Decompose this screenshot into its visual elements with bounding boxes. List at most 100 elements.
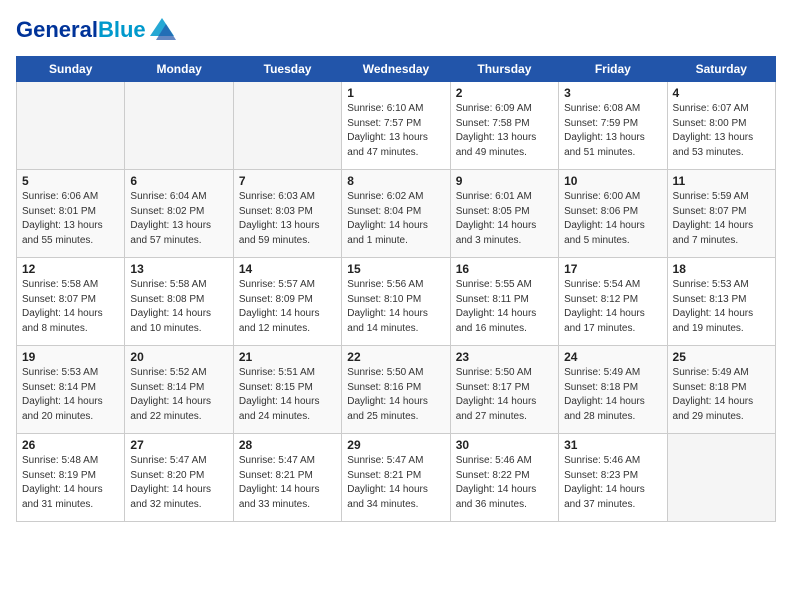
calendar-cell: 7 Sunrise: 6:03 AMSunset: 8:03 PMDaylight…	[233, 170, 341, 258]
day-number: 14	[239, 262, 336, 276]
day-number: 20	[130, 350, 227, 364]
calendar-cell: 29 Sunrise: 5:47 AMSunset: 8:21 PMDayligh…	[342, 434, 450, 522]
day-number: 28	[239, 438, 336, 452]
calendar-cell: 17 Sunrise: 5:54 AMSunset: 8:12 PMDayligh…	[559, 258, 667, 346]
calendar-cell: 30 Sunrise: 5:46 AMSunset: 8:22 PMDayligh…	[450, 434, 558, 522]
calendar-cell: 3 Sunrise: 6:08 AMSunset: 7:59 PMDaylight…	[559, 82, 667, 170]
day-info: Sunrise: 5:47 AMSunset: 8:20 PMDaylight:…	[130, 454, 227, 512]
logo-icon	[148, 16, 176, 44]
day-number: 1	[347, 86, 444, 100]
calendar-cell: 10Sunrise: 6:00 AMSunset: 8:06 PMDayligh…	[559, 170, 667, 258]
calendar-week-row: 26Sunrise: 5:48 AMSunset: 8:19 PMDayligh…	[17, 434, 776, 522]
day-number: 5	[22, 174, 119, 188]
day-info: Sunrise: 5:51 AMSunset: 8:15 PMDaylight:…	[239, 366, 336, 424]
calendar-cell: 28 Sunrise: 5:47 AMSunset: 8:21 PMDayligh…	[233, 434, 341, 522]
logo-text: GeneralBlue	[16, 18, 146, 42]
calendar-cell: 16Sunrise: 5:55 AMSunset: 8:11 PMDayligh…	[450, 258, 558, 346]
day-info: Sunrise: 5:57 AMSunset: 8:09 PMDaylight:…	[239, 278, 336, 336]
day-info: Sunrise: 5:46 AMSunset: 8:22 PMDaylight:…	[456, 454, 553, 512]
day-info: Sunrise: 5:49 AMSunset: 8:18 PMDaylight:…	[564, 366, 661, 424]
day-number: 26	[22, 438, 119, 452]
calendar-cell	[17, 82, 125, 170]
calendar-week-row: 5 Sunrise: 6:06 AMSunset: 8:01 PMDaylight…	[17, 170, 776, 258]
day-number: 19	[22, 350, 119, 364]
day-number: 22	[347, 350, 444, 364]
page-header: GeneralBlue	[16, 16, 776, 44]
day-info: Sunrise: 5:56 AMSunset: 8:10 PMDaylight:…	[347, 278, 444, 336]
day-info: Sunrise: 5:58 AMSunset: 8:08 PMDaylight:…	[130, 278, 227, 336]
weekday-header: Monday	[125, 57, 233, 82]
day-info: Sunrise: 6:09 AMSunset: 7:58 PMDaylight:…	[456, 102, 553, 160]
calendar-header: SundayMondayTuesdayWednesdayThursdayFrid…	[17, 57, 776, 82]
calendar-cell: 24 Sunrise: 5:49 AMSunset: 8:18 PMDayligh…	[559, 346, 667, 434]
weekday-header: Saturday	[667, 57, 775, 82]
day-number: 25	[673, 350, 770, 364]
day-info: Sunrise: 6:02 AMSunset: 8:04 PMDaylight:…	[347, 190, 444, 248]
day-info: Sunrise: 5:47 AMSunset: 8:21 PMDaylight:…	[239, 454, 336, 512]
day-info: Sunrise: 5:59 AMSunset: 8:07 PMDaylight:…	[673, 190, 770, 248]
day-number: 3	[564, 86, 661, 100]
day-info: Sunrise: 6:06 AMSunset: 8:01 PMDaylight:…	[22, 190, 119, 248]
day-number: 27	[130, 438, 227, 452]
day-number: 13	[130, 262, 227, 276]
day-info: Sunrise: 6:10 AMSunset: 7:57 PMDaylight:…	[347, 102, 444, 160]
calendar-cell: 8 Sunrise: 6:02 AMSunset: 8:04 PMDaylight…	[342, 170, 450, 258]
day-info: Sunrise: 6:07 AMSunset: 8:00 PMDaylight:…	[673, 102, 770, 160]
day-info: Sunrise: 6:00 AMSunset: 8:06 PMDaylight:…	[564, 190, 661, 248]
day-number: 30	[456, 438, 553, 452]
day-number: 11	[673, 174, 770, 188]
day-info: Sunrise: 5:47 AMSunset: 8:21 PMDaylight:…	[347, 454, 444, 512]
calendar-cell	[233, 82, 341, 170]
day-info: Sunrise: 5:54 AMSunset: 8:12 PMDaylight:…	[564, 278, 661, 336]
day-number: 17	[564, 262, 661, 276]
day-number: 16	[456, 262, 553, 276]
weekday-header: Wednesday	[342, 57, 450, 82]
day-info: Sunrise: 6:03 AMSunset: 8:03 PMDaylight:…	[239, 190, 336, 248]
day-number: 7	[239, 174, 336, 188]
calendar-cell: 9 Sunrise: 6:01 AMSunset: 8:05 PMDaylight…	[450, 170, 558, 258]
day-info: Sunrise: 5:52 AMSunset: 8:14 PMDaylight:…	[130, 366, 227, 424]
day-number: 29	[347, 438, 444, 452]
calendar-cell: 5 Sunrise: 6:06 AMSunset: 8:01 PMDaylight…	[17, 170, 125, 258]
day-number: 9	[456, 174, 553, 188]
calendar-cell: 20 Sunrise: 5:52 AMSunset: 8:14 PMDayligh…	[125, 346, 233, 434]
calendar-week-row: 19 Sunrise: 5:53 AMSunset: 8:14 PMDayligh…	[17, 346, 776, 434]
day-number: 18	[673, 262, 770, 276]
calendar-cell: 14 Sunrise: 5:57 AMSunset: 8:09 PMDayligh…	[233, 258, 341, 346]
calendar-cell: 12 Sunrise: 5:58 AMSunset: 8:07 PMDayligh…	[17, 258, 125, 346]
calendar-cell: 1 Sunrise: 6:10 AMSunset: 7:57 PMDaylight…	[342, 82, 450, 170]
calendar-cell: 25 Sunrise: 5:49 AMSunset: 8:18 PMDayligh…	[667, 346, 775, 434]
calendar-cell	[667, 434, 775, 522]
calendar-cell: 19 Sunrise: 5:53 AMSunset: 8:14 PMDayligh…	[17, 346, 125, 434]
day-number: 21	[239, 350, 336, 364]
day-number: 4	[673, 86, 770, 100]
calendar-cell: 23Sunrise: 5:50 AMSunset: 8:17 PMDayligh…	[450, 346, 558, 434]
calendar-cell: 18Sunrise: 5:53 AMSunset: 8:13 PMDayligh…	[667, 258, 775, 346]
weekday-header: Friday	[559, 57, 667, 82]
calendar-cell	[125, 82, 233, 170]
day-info: Sunrise: 6:08 AMSunset: 7:59 PMDaylight:…	[564, 102, 661, 160]
calendar-cell: 11 Sunrise: 5:59 AMSunset: 8:07 PMDayligh…	[667, 170, 775, 258]
day-number: 31	[564, 438, 661, 452]
day-number: 12	[22, 262, 119, 276]
logo: GeneralBlue	[16, 16, 176, 44]
day-number: 23	[456, 350, 553, 364]
weekday-header: Thursday	[450, 57, 558, 82]
day-info: Sunrise: 5:46 AMSunset: 8:23 PMDaylight:…	[564, 454, 661, 512]
day-info: Sunrise: 6:04 AMSunset: 8:02 PMDaylight:…	[130, 190, 227, 248]
day-info: Sunrise: 5:50 AMSunset: 8:16 PMDaylight:…	[347, 366, 444, 424]
day-info: Sunrise: 5:49 AMSunset: 8:18 PMDaylight:…	[673, 366, 770, 424]
day-number: 8	[347, 174, 444, 188]
day-info: Sunrise: 5:58 AMSunset: 8:07 PMDaylight:…	[22, 278, 119, 336]
day-info: Sunrise: 5:53 AMSunset: 8:14 PMDaylight:…	[22, 366, 119, 424]
day-number: 24	[564, 350, 661, 364]
calendar-cell: 4 Sunrise: 6:07 AMSunset: 8:00 PMDaylight…	[667, 82, 775, 170]
calendar-cell: 22 Sunrise: 5:50 AMSunset: 8:16 PMDayligh…	[342, 346, 450, 434]
weekday-header: Tuesday	[233, 57, 341, 82]
calendar-week-row: 12 Sunrise: 5:58 AMSunset: 8:07 PMDayligh…	[17, 258, 776, 346]
calendar-table: SundayMondayTuesdayWednesdayThursdayFrid…	[16, 56, 776, 522]
calendar-cell: 13 Sunrise: 5:58 AMSunset: 8:08 PMDayligh…	[125, 258, 233, 346]
day-info: Sunrise: 6:01 AMSunset: 8:05 PMDaylight:…	[456, 190, 553, 248]
day-number: 15	[347, 262, 444, 276]
calendar-cell: 21 Sunrise: 5:51 AMSunset: 8:15 PMDayligh…	[233, 346, 341, 434]
